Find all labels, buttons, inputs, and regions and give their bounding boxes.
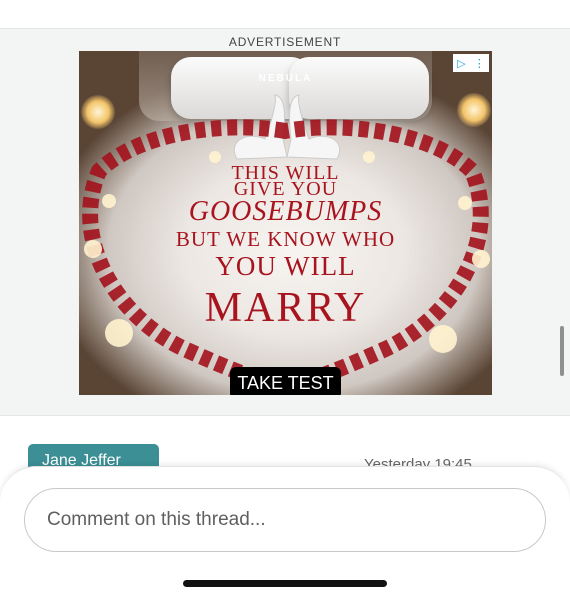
- home-indicator[interactable]: [183, 580, 387, 587]
- take-test-button[interactable]: TAKE TEST: [230, 367, 341, 395]
- ad-headline-line-5: YOU WILL: [215, 251, 356, 281]
- ad-headline-line-6: MARRY: [204, 285, 367, 331]
- comment-input[interactable]: [24, 488, 546, 552]
- ad-label: ADVERTISEMENT: [228, 35, 342, 49]
- ad-headline-line-3: GOOSEBUMPS: [188, 196, 383, 227]
- ad-image[interactable]: NEBULA ▷ ⋮ THIS WILL GIVE YOU GOOSEBUMPS…: [79, 51, 492, 395]
- ad-headline-line-4: BUT WE KNOW WHO: [175, 227, 396, 251]
- scrollbar-thumb[interactable]: [560, 326, 564, 376]
- advertisement-container: ADVERTISEMENT NEBULA ▷ ⋮ THIS WILL GIVE …: [0, 28, 570, 416]
